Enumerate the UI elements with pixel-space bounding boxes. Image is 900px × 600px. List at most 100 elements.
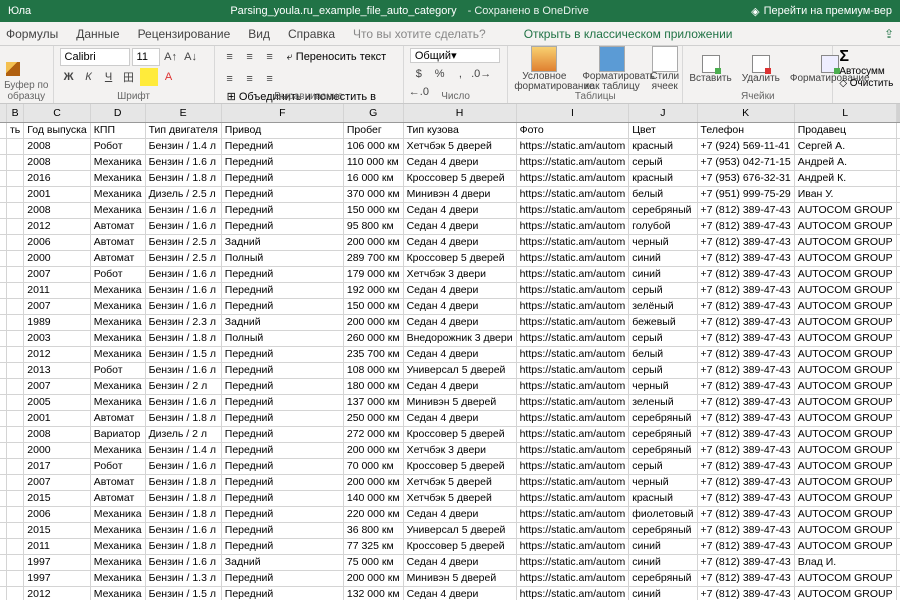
table-row[interactable]: 2013РоботБензин / 1.6 лПередний108 000 к…	[0, 362, 900, 378]
table-row[interactable]: 2008МеханикаБензин / 1.6 лПередний110 00…	[0, 154, 900, 170]
col-header-E[interactable]: E	[145, 104, 221, 122]
align-right-icon[interactable]: ≡	[261, 70, 279, 88]
col-header-M[interactable]: M	[896, 104, 900, 122]
field-header[interactable]: Город	[896, 122, 900, 138]
field-header[interactable]: Тип двигателя	[145, 122, 221, 138]
spreadsheet-grid[interactable]: BCDEFGHIJKLMNтьГод выпускаКППТип двигате…	[0, 104, 900, 600]
field-header[interactable]: Тип кузова	[403, 122, 516, 138]
tab-view[interactable]: Вид	[248, 27, 270, 41]
group-number: Общий ▾ $ % , .0→ ←.0 Число	[404, 46, 508, 103]
field-header[interactable]: Продавец	[794, 122, 896, 138]
tab-help[interactable]: Справка	[288, 27, 335, 41]
table-row[interactable]: 2003МеханикаБензин / 1.8 лПолный260 000 …	[0, 330, 900, 346]
table-row[interactable]: 2001МеханикаДизель / 2.5 лПередний370 00…	[0, 186, 900, 202]
percent-icon[interactable]: %	[431, 65, 449, 83]
format-as-table-button[interactable]: Форматировать как таблицу	[582, 46, 642, 92]
tab-formulas[interactable]: Формулы	[6, 27, 58, 41]
sigma-icon: Σ	[839, 48, 849, 65]
table-row[interactable]: 1997МеханикаБензин / 1.3 лПередний200 00…	[0, 570, 900, 586]
number-format-select[interactable]: Общий ▾	[410, 48, 500, 63]
italic-button[interactable]: К	[80, 68, 98, 86]
table-row[interactable]: 2007МеханикаБензин / 1.6 лПередний150 00…	[0, 298, 900, 314]
table-row[interactable]: 2016МеханикаБензин / 1.8 лПередний16 000…	[0, 170, 900, 186]
fill-color-icon[interactable]	[140, 68, 158, 86]
table-row[interactable]: 2011МеханикаБензин / 1.6 лПередний192 00…	[0, 282, 900, 298]
table-row[interactable]: 2006АвтоматБензин / 2.5 лЗадний200 000 к…	[0, 234, 900, 250]
inc-decimal-icon[interactable]: .0→	[472, 65, 490, 83]
autosum-button[interactable]: Σ Автосумм	[839, 48, 894, 77]
fmt-table-icon	[599, 46, 625, 72]
table-row[interactable]: 2000АвтоматБензин / 2.5 лПолный289 700 к…	[0, 250, 900, 266]
clear-button[interactable]: ◇ Очистить	[839, 78, 893, 89]
currency-icon[interactable]: $	[410, 65, 428, 83]
borders-icon[interactable]: 田	[120, 68, 138, 86]
font-size-select[interactable]: 11	[132, 48, 160, 66]
table-row[interactable]: 2011МеханикаБензин / 1.8 лПередний77 325…	[0, 538, 900, 554]
tell-me-search[interactable]: Что вы хотите сделать?	[353, 27, 486, 41]
align-mid-icon[interactable]: ≡	[241, 48, 259, 66]
format-painter-icon[interactable]	[6, 62, 20, 76]
col-header-G[interactable]: G	[343, 104, 403, 122]
premium-link[interactable]: ◈ Перейти на премиум-вер	[751, 5, 892, 18]
col-header-J[interactable]: J	[629, 104, 697, 122]
table-row[interactable]: 2007АвтоматБензин / 1.8 лПередний200 000…	[0, 474, 900, 490]
table-row[interactable]: 2012АвтоматБензин / 1.6 лПередний95 800 …	[0, 218, 900, 234]
table-row[interactable]: 2017РоботБензин / 1.6 лПередний70 000 км…	[0, 458, 900, 474]
table-row[interactable]: 2008РоботБензин / 1.4 лПередний106 000 к…	[0, 138, 900, 154]
underline-button[interactable]: Ч	[100, 68, 118, 86]
open-in-desktop[interactable]: Открыть в классическом приложении	[524, 27, 733, 41]
table-row[interactable]: 1997МеханикаБензин / 1.6 лЗадний75 000 к…	[0, 554, 900, 570]
field-header[interactable]: Привод	[221, 122, 343, 138]
conditional-formatting-button[interactable]: Условное форматирование	[514, 46, 574, 92]
table-row[interactable]: 2005МеханикаБензин / 1.6 лПередний137 00…	[0, 394, 900, 410]
col-header-K[interactable]: K	[697, 104, 794, 122]
share-icon[interactable]: ⇪	[884, 27, 894, 41]
table-row[interactable]: 2015АвтоматБензин / 1.8 лПередний140 000…	[0, 490, 900, 506]
table-row[interactable]: 2001АвтоматБензин / 1.8 лПередний250 000…	[0, 410, 900, 426]
file-name: Parsing_youla.ru_example_file_auto_categ…	[68, 5, 751, 17]
field-header[interactable]: Телефон	[697, 122, 794, 138]
tab-data[interactable]: Данные	[76, 27, 119, 41]
col-header-B[interactable]: B	[7, 104, 24, 122]
align-bot-icon[interactable]: ≡	[261, 48, 279, 66]
field-header[interactable]: Пробег	[343, 122, 403, 138]
font-color-icon[interactable]: A	[160, 68, 178, 86]
col-header-F[interactable]: F	[221, 104, 343, 122]
align-center-icon[interactable]: ≡	[241, 70, 259, 88]
table-row[interactable]: 2015МеханикаБензин / 1.6 лПередний36 800…	[0, 522, 900, 538]
field-header[interactable]: ть	[7, 122, 24, 138]
field-header[interactable]: Цвет	[629, 122, 697, 138]
wrap-text-button[interactable]: ⤶ Переносить текст	[287, 51, 387, 64]
col-header-I[interactable]: I	[516, 104, 629, 122]
field-header[interactable]: КПП	[90, 122, 145, 138]
align-top-icon[interactable]: ≡	[221, 48, 239, 66]
tab-review[interactable]: Рецензирование	[138, 27, 231, 41]
table-row[interactable]: 2008МеханикаБензин / 1.6 лПередний150 00…	[0, 202, 900, 218]
table-row[interactable]: 2007МеханикаБензин / 2 лПередний180 000 …	[0, 378, 900, 394]
col-header-D[interactable]: D	[90, 104, 145, 122]
cell-styles-button[interactable]: Стили ячеек	[650, 46, 679, 92]
table-row[interactable]: 2012МеханикаБензин / 1.5 лПередний132 00…	[0, 586, 900, 600]
table-row[interactable]: 1989МеханикаБензин / 2.3 лЗадний200 000 …	[0, 314, 900, 330]
table-row[interactable]: 2006МеханикаБензин / 1.8 лПередний220 00…	[0, 506, 900, 522]
align-left-icon[interactable]: ≡	[221, 70, 239, 88]
table-row[interactable]: 2007РоботБензин / 1.6 лПередний179 000 к…	[0, 266, 900, 282]
delete-button[interactable]: Удалить	[742, 55, 780, 84]
table-row[interactable]: 2012МеханикаБензин / 1.5 лПередний235 70…	[0, 346, 900, 362]
insert-button[interactable]: Вставить	[689, 55, 731, 84]
bold-button[interactable]: Ж	[60, 68, 78, 86]
col-header-C[interactable]: C	[24, 104, 91, 122]
font-name-select[interactable]: Calibri	[60, 48, 130, 66]
col-header-L[interactable]: L	[794, 104, 896, 122]
group-cells: Вставить Удалить Форматирование Ячейки	[683, 46, 833, 103]
field-header[interactable]: Год выпуска	[24, 122, 91, 138]
comma-icon[interactable]: ,	[451, 65, 469, 83]
increase-font-icon[interactable]: A↑	[162, 48, 180, 66]
diamond-icon: ◈	[751, 5, 759, 18]
app-context: Юла	[8, 5, 68, 17]
table-row[interactable]: 2000МеханикаБензин / 1.4 лПередний200 00…	[0, 442, 900, 458]
decrease-font-icon[interactable]: A↓	[182, 48, 200, 66]
table-row[interactable]: 2008ВариаторДизель / 2 лПередний272 000 …	[0, 426, 900, 442]
field-header[interactable]: Фото	[516, 122, 629, 138]
col-header-H[interactable]: H	[403, 104, 516, 122]
